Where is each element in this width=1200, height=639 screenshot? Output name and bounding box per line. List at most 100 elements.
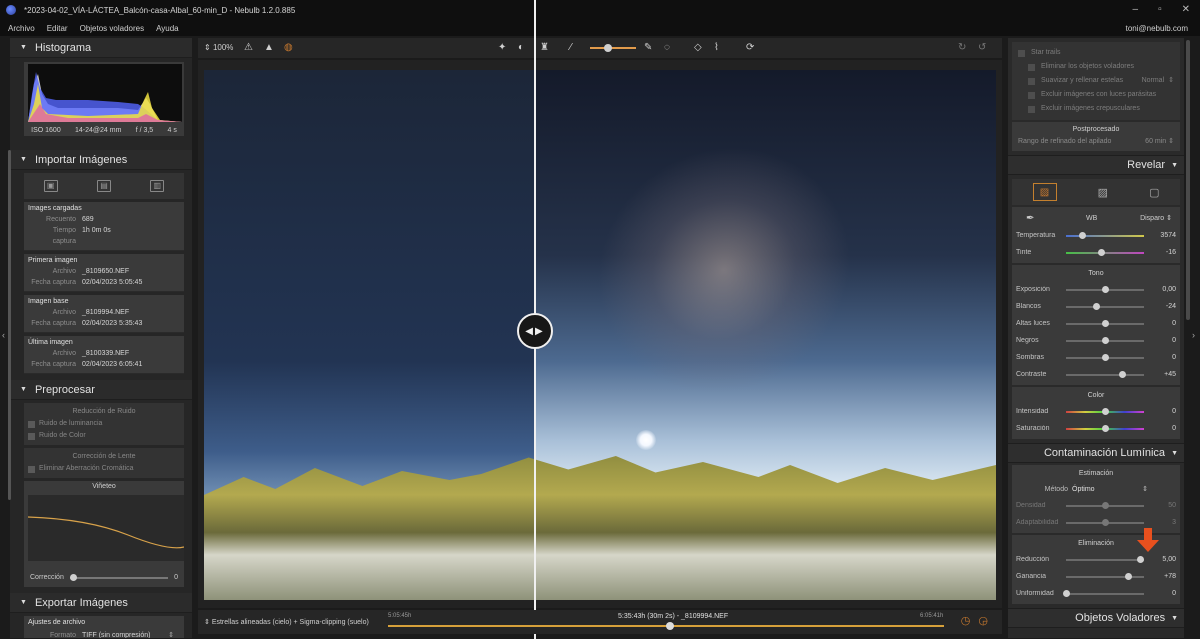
slider-knob[interactable] [1125, 572, 1133, 580]
checkbox[interactable] [28, 465, 35, 473]
stars-icon[interactable]: ✦ [498, 42, 506, 54]
slider-knob[interactable] [1119, 370, 1127, 378]
remove-flying-option[interactable]: Eliminar los objetos voladores [1028, 60, 1174, 74]
temperature-slider[interactable] [1066, 231, 1144, 239]
chevron-updown-icon[interactable]: ⇕ [168, 630, 174, 638]
collapse-right-arrow-icon[interactable]: › [1192, 330, 1195, 340]
slider-knob[interactable] [604, 44, 612, 52]
exposure-slider[interactable] [1066, 285, 1144, 293]
timeline-knob[interactable] [666, 622, 674, 630]
brush-size-slider[interactable] [590, 44, 636, 52]
image-outline-icon[interactable]: ▨ [1098, 186, 1108, 199]
star-trails-option[interactable]: Star trails [1018, 46, 1174, 60]
checkbox[interactable] [1028, 105, 1035, 113]
slider-knob[interactable] [1102, 285, 1109, 293]
image-viewer[interactable]: ◀▶ [198, 0, 1002, 639]
add-images-icon[interactable]: ▣ [43, 180, 58, 192]
color-noise-option[interactable]: Ruido de Color [28, 430, 180, 442]
collapse-triangle-icon[interactable]: ▼ [20, 599, 27, 606]
slider-knob[interactable] [1102, 353, 1109, 361]
collapse-left-arrow-icon[interactable]: ‹ [2, 330, 5, 340]
density-slider[interactable] [1066, 501, 1144, 509]
collapse-triangle-icon[interactable]: ▼ [1171, 450, 1178, 457]
menu-editar[interactable]: Editar [47, 24, 68, 33]
brush-icon[interactable]: ✎ [644, 42, 652, 54]
add-folder-icon[interactable]: ▤ [96, 180, 111, 192]
format-select[interactable]: TIFF (sin compresión) [82, 630, 150, 638]
shadows-slider[interactable] [1066, 353, 1144, 361]
refine-range-select[interactable]: 60 min ⇕ [1145, 136, 1174, 147]
histogram-header[interactable]: ▼ Histograma [10, 38, 192, 58]
slider-knob[interactable] [69, 573, 77, 581]
clock-icon[interactable]: ◷ [961, 614, 971, 627]
image-mode-icon[interactable]: ▨ [1032, 183, 1057, 201]
slider-knob[interactable] [1102, 336, 1109, 344]
tower-icon[interactable]: ♜ [540, 42, 549, 54]
broom-icon[interactable]: ⌇ [714, 42, 719, 54]
menu-objetos-voladores[interactable]: Objetos voladores [80, 24, 144, 33]
collapse-triangle-icon[interactable]: ▼ [20, 44, 27, 51]
collapse-triangle-icon[interactable]: ▼ [1171, 615, 1178, 622]
slider-knob[interactable] [1098, 248, 1106, 256]
collapse-triangle-icon[interactable]: ▼ [1171, 162, 1178, 169]
slider-knob[interactable] [1102, 424, 1109, 432]
refresh-icon[interactable]: ⟳ [746, 42, 754, 54]
flying-objects-header[interactable]: Objetos Voladores ▼ [1008, 608, 1184, 628]
close-icon[interactable]: ✕ [1182, 4, 1190, 15]
checkbox[interactable] [28, 420, 35, 428]
highlights-slider[interactable] [1066, 319, 1144, 327]
user-email[interactable]: toni@nebulb.com [1126, 24, 1188, 33]
slider-knob[interactable] [1102, 518, 1109, 526]
reduction-slider[interactable] [1066, 555, 1145, 563]
right-scrollbar[interactable] [1186, 40, 1190, 320]
checkbox[interactable] [1028, 91, 1035, 99]
preprocess-header[interactable]: ▼ Preprocesar [10, 380, 192, 400]
reveal-header[interactable]: Revelar ▼ [1008, 155, 1184, 175]
slider-knob[interactable] [1102, 501, 1109, 509]
trash-icon[interactable]: ▥ [150, 180, 165, 192]
stacking-mode-label[interactable]: ⇕ Estrellas alineadas (cielo) + Sigma-cl… [204, 618, 369, 626]
undo-icon[interactable]: ↺ [978, 42, 986, 54]
exclude-parasitic-option[interactable]: Excluir imágenes con luces parásitas [1028, 88, 1174, 102]
slider-knob[interactable] [1092, 302, 1100, 310]
zoom-control[interactable]: ⇕ 100% [204, 42, 233, 54]
uniformity-slider[interactable] [1063, 589, 1144, 597]
maximize-icon[interactable]: ▫ [1158, 4, 1162, 15]
redo-icon[interactable]: ↻ [958, 42, 966, 54]
checkbox[interactable] [1018, 49, 1025, 57]
eraser-icon[interactable]: ◇ [694, 42, 702, 54]
checkbox[interactable] [1028, 63, 1035, 71]
saturation-slider[interactable] [1066, 424, 1144, 432]
adaptability-slider[interactable] [1066, 518, 1144, 526]
frame-icon[interactable]: ▢ [1149, 186, 1159, 199]
checkbox[interactable] [1028, 77, 1035, 85]
magic-wand-icon[interactable]: ⁄ [570, 42, 572, 54]
chromatic-aberration-option[interactable]: Eliminar Aberración Cromática [28, 463, 180, 475]
smooth-option[interactable]: Suavizar y rellenar estelas Normal ⇕ [1028, 74, 1174, 88]
palette-icon[interactable]: ◍ [284, 42, 293, 54]
eyedropper-icon[interactable]: ✒ [1026, 213, 1040, 224]
lasso-icon[interactable]: ◌ [664, 42, 670, 54]
timeline-slider[interactable] [388, 622, 944, 630]
intensity-slider[interactable] [1066, 407, 1144, 415]
import-header[interactable]: ▼ Importar Imágenes [10, 150, 192, 170]
slider-knob[interactable] [1102, 407, 1109, 415]
blacks-slider[interactable] [1066, 336, 1144, 344]
export-header[interactable]: ▼ Exportar Imágenes [10, 593, 192, 613]
slider-knob[interactable] [1137, 555, 1145, 563]
chevron-updown-icon[interactable]: ⇕ [1168, 74, 1174, 88]
gain-slider[interactable] [1066, 572, 1144, 580]
whites-slider[interactable] [1066, 302, 1144, 310]
method-select[interactable]: Óptimo [1072, 486, 1095, 493]
slider-knob[interactable] [1078, 231, 1086, 239]
wb-mode-select[interactable]: Disparo ⇕ [1140, 214, 1172, 222]
milky-way-photo[interactable] [204, 70, 996, 600]
minimize-icon[interactable]: – [1133, 4, 1139, 15]
slider-knob[interactable] [1063, 589, 1070, 597]
collapse-triangle-icon[interactable]: ▼ [20, 386, 27, 393]
correction-slider[interactable] [69, 573, 169, 581]
checkbox[interactable] [28, 432, 35, 440]
chevron-updown-icon[interactable]: ⇕ [1142, 485, 1148, 493]
tint-slider[interactable] [1066, 248, 1144, 256]
warning-outline-icon[interactable]: ⚠ [244, 42, 253, 54]
